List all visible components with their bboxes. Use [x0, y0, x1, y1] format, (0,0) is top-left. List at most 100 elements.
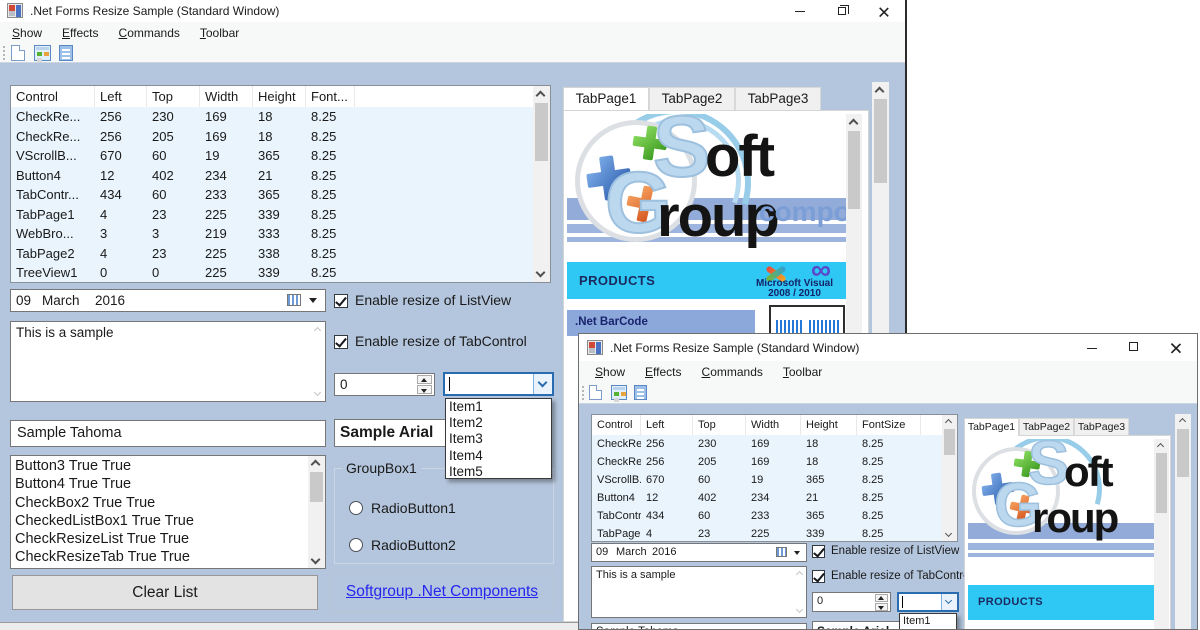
spin-down-button[interactable]: [417, 385, 432, 394]
enable-tabcontrol-checkbox[interactable]: [334, 335, 348, 349]
listview-scrollbar[interactable]: [942, 415, 957, 541]
scroll-up-icon[interactable]: [945, 419, 952, 426]
list-item[interactable]: ComboBox1 True True: [15, 567, 307, 569]
table-row[interactable]: VScrollB... 670 60 19 365 8.25: [11, 146, 533, 166]
spin-down-button[interactable]: [875, 603, 888, 611]
listbox-scrollbar[interactable]: [308, 456, 325, 568]
tab[interactable]: TabPage3: [1074, 418, 1129, 436]
combobox[interactable]: [443, 372, 554, 396]
form-properties-icon[interactable]: [34, 45, 51, 61]
close-button[interactable]: [863, 0, 905, 22]
table-row[interactable]: TabContr... 434 60 233 365 8.25: [592, 507, 942, 525]
dropdown-item[interactable]: Item5: [446, 464, 551, 480]
list-item[interactable]: Button3 True True: [15, 457, 307, 475]
enable-tabcontrol-checkbox[interactable]: [812, 570, 825, 583]
table-row[interactable]: CheckRe... 256 205 169 18 8.25: [592, 453, 942, 471]
dropdown-item[interactable]: Item2: [446, 415, 551, 431]
column-header[interactable]: Control: [592, 415, 641, 435]
radio-button-2[interactable]: [349, 538, 363, 552]
column-header[interactable]: Width: [746, 415, 801, 435]
scrollbar-thumb[interactable]: [1177, 429, 1189, 477]
sample-textarea[interactable]: This is a sample: [591, 566, 807, 618]
toolbar-grip[interactable]: [3, 46, 6, 60]
enable-listview-checkbox[interactable]: [334, 294, 348, 308]
table-row[interactable]: CheckRe... 256 230 169 18 8.25: [11, 107, 533, 127]
numeric-updown[interactable]: 0: [334, 373, 435, 396]
scroll-down-icon[interactable]: [945, 530, 952, 537]
scroll-down-icon[interactable]: [311, 555, 321, 565]
radio-button-1[interactable]: [349, 501, 363, 515]
form-properties-icon[interactable]: [611, 385, 627, 400]
table-row[interactable]: TabPage1 4 23 225 339 8.25: [11, 205, 533, 225]
scrollbar-thumb[interactable]: [944, 429, 955, 455]
tab[interactable]: TabPage1: [964, 418, 1019, 436]
spin-up-button[interactable]: [875, 594, 888, 602]
scrollbar-thumb[interactable]: [310, 472, 323, 502]
combobox[interactable]: [897, 592, 959, 612]
scrollbar-thumb[interactable]: [874, 99, 887, 183]
web-browser[interactable]: S oft G roup PRODUCTS: [968, 439, 1154, 629]
menu-item[interactable]: Effects: [639, 365, 687, 379]
table-row[interactable]: TabContr... 434 60 233 365 8.25: [11, 185, 533, 205]
clear-list-button[interactable]: Clear List: [12, 575, 318, 610]
menu-item[interactable]: Effects: [56, 26, 104, 40]
table-row[interactable]: CheckRe... 256 205 169 18 8.25: [11, 127, 533, 147]
scroll-up-icon[interactable]: [536, 91, 546, 101]
combo-dropdown-button[interactable]: [533, 374, 552, 394]
minimize-button[interactable]: [1071, 334, 1113, 361]
scroll-up-icon[interactable]: [1179, 418, 1186, 425]
spin-up-button[interactable]: [417, 375, 432, 384]
table-row[interactable]: VScrollB... 670 60 19 365 8.25: [592, 471, 942, 489]
listview-scrollbar[interactable]: [533, 86, 550, 282]
dropdown-item[interactable]: Item1: [900, 614, 956, 629]
titlebar[interactable]: .Net Forms Resize Sample (Standard Windo…: [579, 334, 1197, 361]
calendar-icon[interactable]: [776, 547, 787, 557]
sample-tahoma-textbox[interactable]: Sample Tahoma: [591, 623, 807, 630]
column-header[interactable]: Left: [641, 415, 693, 435]
list-item[interactable]: Button4 True True: [15, 475, 307, 493]
table-row[interactable]: WebBro... 3 3 219 333 8.25: [11, 224, 533, 244]
menu-item[interactable]: Commands: [696, 365, 769, 379]
date-picker[interactable]: 09 March 2016: [591, 543, 807, 562]
close-button[interactable]: [1155, 334, 1197, 361]
column-header[interactable]: FontSize: [857, 415, 921, 435]
minimize-button[interactable]: [779, 0, 821, 22]
list-item[interactable]: CheckResizeList True True: [15, 530, 307, 548]
sample-textarea[interactable]: This is a sample: [10, 321, 326, 402]
column-header[interactable]: Height: [801, 415, 857, 435]
column-header[interactable]: Height: [253, 86, 306, 107]
tab[interactable]: TabPage2: [1019, 418, 1074, 436]
panel-scrollbar[interactable]: [1175, 414, 1191, 630]
scroll-up-icon[interactable]: [311, 460, 321, 470]
menu-item[interactable]: Toolbar: [194, 26, 245, 40]
column-header[interactable]: Font...: [306, 86, 355, 107]
browser-scrollbar[interactable]: [1154, 439, 1169, 629]
menu-item[interactable]: Show: [6, 26, 48, 40]
sample-arial-textbox[interactable]: Sample Arial: [812, 621, 904, 630]
numeric-updown[interactable]: 0: [812, 592, 891, 612]
dropdown-arrow-icon[interactable]: [794, 551, 800, 555]
dropdown-arrow-icon[interactable]: [309, 298, 317, 303]
list-item[interactable]: CheckedListBox1 True True: [15, 512, 307, 530]
tab[interactable]: TabPage3: [735, 87, 821, 110]
menu-item[interactable]: Commands: [113, 26, 186, 40]
table-row[interactable]: TreeView1 0 0 225 339 8.25: [11, 263, 533, 283]
titlebar[interactable]: .Net Forms Resize Sample (Standard Windo…: [0, 0, 905, 22]
scroll-up-icon[interactable]: [849, 119, 859, 129]
table-row[interactable]: CheckRe... 256 230 169 18 8.25: [592, 435, 942, 453]
dropdown-item[interactable]: Item3: [446, 431, 551, 447]
menu-item[interactable]: Toolbar: [777, 365, 828, 379]
dropdown-item[interactable]: Item1: [446, 399, 551, 415]
list-item[interactable]: CheckResizeTab True True: [15, 548, 307, 566]
dropdown-item[interactable]: Item4: [446, 448, 551, 464]
date-picker[interactable]: 09 March 2016: [10, 289, 326, 312]
log-listbox[interactable]: Button3 True TrueButton4 True TrueCheckB…: [10, 455, 326, 569]
restore-button[interactable]: [821, 0, 863, 22]
enable-listview-checkbox[interactable]: [812, 545, 825, 558]
maximize-button[interactable]: [1113, 334, 1155, 361]
new-document-icon[interactable]: [11, 45, 25, 61]
form-list-icon[interactable]: [59, 45, 73, 61]
combo-dropdown-button[interactable]: [941, 594, 957, 610]
softgroup-link[interactable]: Softgroup .Net Components: [346, 583, 538, 600]
new-document-icon[interactable]: [589, 385, 602, 400]
